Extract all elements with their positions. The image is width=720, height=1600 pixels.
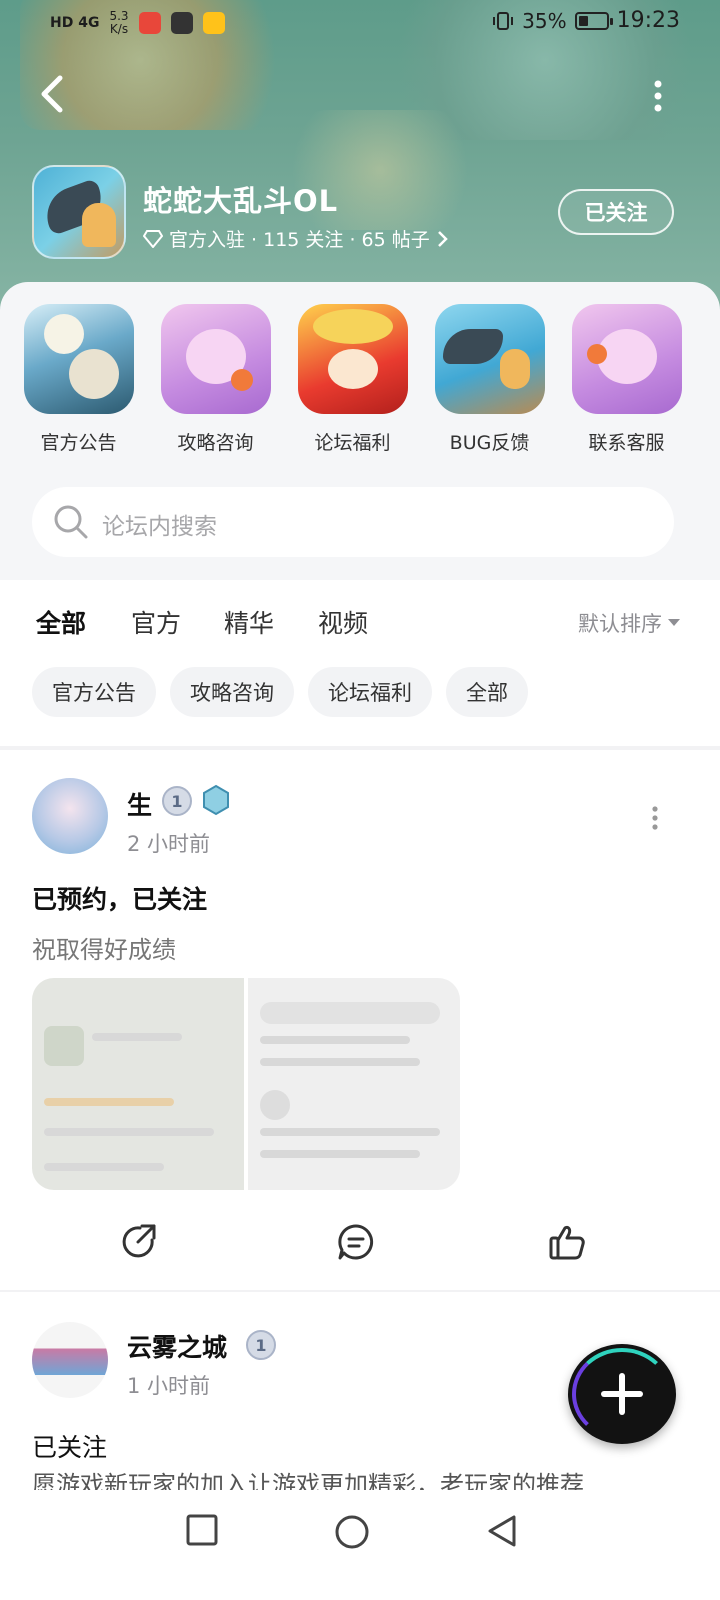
forum-title: 蛇蛇大乱斗OL <box>143 184 339 218</box>
plus-icon <box>601 1373 643 1415</box>
avatar[interactable] <box>32 778 108 854</box>
like-icon[interactable] <box>547 1222 587 1262</box>
tab-featured[interactable]: 精华 <box>224 604 274 640</box>
tab-official[interactable]: 官方 <box>131 604 181 640</box>
category-chips: 官方公告 攻略咨询 论坛福利 全部 <box>32 667 528 717</box>
post-time: 1 小时前 <box>127 1374 211 1398</box>
forum-meta-text: 官方入驻 · 115 关注 · 65 帖子 <box>169 229 430 251</box>
quick-link-customer-service[interactable]: 联系客服 <box>558 304 695 455</box>
forum-meta[interactable]: 官方入驻 · 115 关注 · 65 帖子 <box>143 225 448 252</box>
filter-tabs: 全部 官方 精华 视频 默认排序 <box>0 580 720 664</box>
chip-official-announcement[interactable]: 官方公告 <box>32 667 156 717</box>
forum-panel: 官方公告 攻略咨询 论坛福利 BUG反馈 联系客服 论坛内搜索 <box>0 282 720 580</box>
home-icon[interactable] <box>334 1514 370 1550</box>
post-image[interactable] <box>32 978 244 1190</box>
post-body: 愿游戏新玩家的加入让游戏更加精彩，老玩家的推荐 <box>32 1471 584 1490</box>
vibrate-icon <box>493 11 514 30</box>
post-images[interactable] <box>32 978 460 1190</box>
clock: 19:23 <box>616 8 680 33</box>
chip-all[interactable]: 全部 <box>446 667 528 717</box>
notification-meituan-icon <box>202 12 225 34</box>
welfare-icon <box>297 304 408 414</box>
create-post-button[interactable] <box>568 1344 676 1444</box>
tab-video[interactable]: 视频 <box>318 604 368 640</box>
achievement-badge-icon <box>203 784 229 816</box>
quick-link-bug-feedback[interactable]: BUG反馈 <box>421 304 558 455</box>
back-button[interactable] <box>32 72 72 116</box>
chip-welfare[interactable]: 论坛福利 <box>308 667 432 717</box>
status-bar: HD 4G 5.3 K/s 35% 19:23 <box>0 0 720 48</box>
quick-link-official-announcement[interactable]: 官方公告 <box>10 304 147 455</box>
search-placeholder: 论坛内搜索 <box>102 514 217 540</box>
post-title: 已关注 <box>32 1433 108 1462</box>
post-time: 2 小时前 <box>127 832 211 856</box>
network-indicator: HD 4G <box>50 15 100 31</box>
post-username[interactable]: 云雾之城 <box>127 1328 227 1364</box>
post-image[interactable] <box>248 978 460 1190</box>
official-announcement-icon <box>23 304 134 414</box>
sort-dropdown[interactable]: 默认排序 <box>578 608 680 638</box>
more-options-icon[interactable] <box>648 78 668 114</box>
level-badge: 1 <box>246 1330 276 1360</box>
tab-all[interactable]: 全部 <box>36 604 86 646</box>
forum-game-icon <box>32 165 126 259</box>
chip-strategy[interactable]: 攻略咨询 <box>170 667 294 717</box>
search-icon <box>54 505 88 539</box>
divider <box>0 746 720 750</box>
quick-links: 官方公告 攻略咨询 论坛福利 BUG反馈 联系客服 <box>0 304 720 455</box>
post-title: 已预约，已关注 <box>32 885 208 914</box>
divider <box>0 1290 720 1292</box>
network-speed: 5.3 K/s <box>109 9 129 36</box>
battery-icon <box>574 11 613 30</box>
strategy-icon <box>160 304 271 414</box>
post-body: 祝取得好成绩 <box>32 936 176 964</box>
system-nav-bar <box>0 1490 720 1600</box>
avatar[interactable] <box>32 1322 108 1398</box>
notification-upload-icon <box>170 12 193 34</box>
quick-link-strategy[interactable]: 攻略咨询 <box>147 304 284 455</box>
post-username[interactable]: 生 <box>127 786 152 822</box>
post-more-icon[interactable] <box>650 806 660 830</box>
recent-apps-icon[interactable] <box>186 1514 218 1546</box>
follow-button[interactable]: 已关注 <box>558 189 674 235</box>
post-actions <box>0 1210 720 1270</box>
notification-app-icon <box>138 12 161 34</box>
customer-service-icon <box>571 304 682 414</box>
chevron-right-icon <box>437 230 448 247</box>
quick-link-welfare[interactable]: 论坛福利 <box>284 304 421 455</box>
comment-icon[interactable] <box>336 1222 376 1262</box>
caret-down-icon <box>668 619 680 626</box>
share-icon[interactable] <box>118 1222 158 1262</box>
battery-percent: 35% <box>522 8 567 33</box>
back-nav-icon[interactable] <box>486 1514 518 1548</box>
level-badge: 1 <box>162 786 192 816</box>
diamond-icon <box>143 229 163 248</box>
search-input[interactable]: 论坛内搜索 <box>32 487 674 557</box>
bug-feedback-icon <box>434 304 545 414</box>
